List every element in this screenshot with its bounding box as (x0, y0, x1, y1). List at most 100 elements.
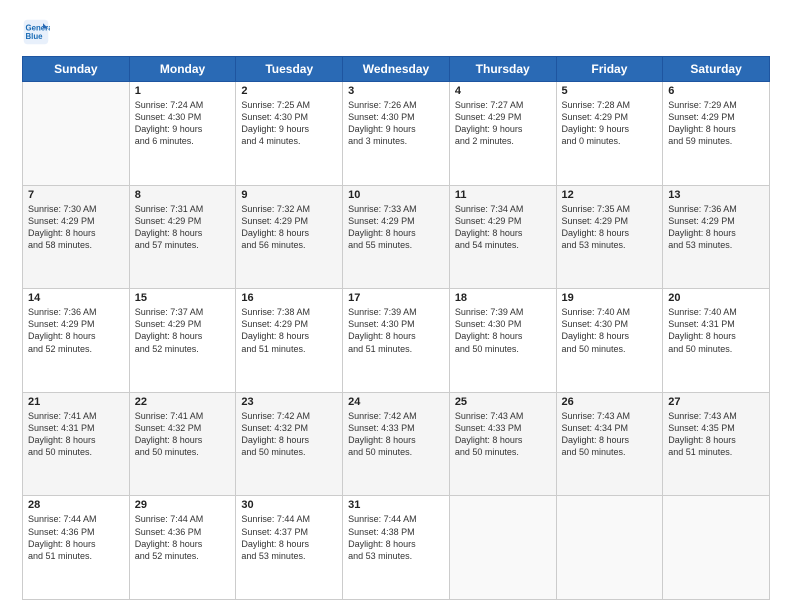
weekday-header-saturday: Saturday (663, 57, 770, 82)
logo-icon: General Blue (22, 18, 50, 46)
day-number: 13 (668, 189, 764, 201)
calendar-cell: 18 Sunrise: 7:39 AM Sunset: 4:30 PM Dayli… (449, 289, 556, 393)
calendar-cell: 8Sunrise: 7:31 AM Sunset: 4:29 PM Daylig… (129, 185, 236, 289)
day-info: Sunrise: 7:32 AM Sunset: 4:29 PM Dayligh… (241, 203, 337, 252)
day-number: 29 (135, 499, 231, 511)
day-number: 3 (348, 85, 444, 97)
weekday-header-friday: Friday (556, 57, 663, 82)
day-number: 28 (28, 499, 124, 511)
calendar-cell: 12 Sunrise: 7:35 AM Sunset: 4:29 PM Dayli… (556, 185, 663, 289)
day-info: Sunrise: 7:40 AM Sunset: 4:30 PM Dayligh… (562, 306, 658, 355)
day-info: Sunrise: 7:44 AM Sunset: 4:37 PM Dayligh… (241, 513, 337, 562)
page: General Blue SundayMondayTuesdayWednesda… (0, 0, 792, 612)
day-info: Sunrise: 7:30 AM Sunset: 4:29 PM Dayligh… (28, 203, 124, 252)
day-number: 9 (241, 189, 337, 201)
calendar-cell: 3 Sunrise: 7:26 AM Sunset: 4:30 PM Daylig… (343, 82, 450, 186)
calendar-table: SundayMondayTuesdayWednesdayThursdayFrid… (22, 56, 770, 600)
calendar-cell: 31 Sunrise: 7:44 AM Sunset: 4:38 PM Dayli… (343, 496, 450, 600)
day-number: 15 (135, 292, 231, 304)
calendar-cell: 26 Sunrise: 7:43 AM Sunset: 4:34 PM Dayli… (556, 392, 663, 496)
calendar-cell: 9 Sunrise: 7:32 AM Sunset: 4:29 PM Daylig… (236, 185, 343, 289)
day-number: 19 (562, 292, 658, 304)
day-number: 6 (668, 85, 764, 97)
day-number: 26 (562, 396, 658, 408)
logo: General Blue (22, 18, 54, 46)
day-info: Sunrise: 7:41 AM Sunset: 4:31 PM Dayligh… (28, 410, 124, 459)
day-number: 21 (28, 396, 124, 408)
calendar-header-row: SundayMondayTuesdayWednesdayThursdayFrid… (23, 57, 770, 82)
calendar-cell: 1 Sunrise: 7:24 AM Sunset: 4:30 PM Daylig… (129, 82, 236, 186)
calendar-week-row: 21 Sunrise: 7:41 AM Sunset: 4:31 PM Dayli… (23, 392, 770, 496)
day-info: Sunrise: 7:44 AM Sunset: 4:36 PM Dayligh… (135, 513, 231, 562)
day-info: Sunrise: 7:39 AM Sunset: 4:30 PM Dayligh… (348, 306, 444, 355)
day-number: 16 (241, 292, 337, 304)
calendar-cell: 14 Sunrise: 7:36 AM Sunset: 4:29 PM Dayli… (23, 289, 130, 393)
day-info: Sunrise: 7:43 AM Sunset: 4:34 PM Dayligh… (562, 410, 658, 459)
day-number: 5 (562, 85, 658, 97)
day-info: Sunrise: 7:44 AM Sunset: 4:36 PM Dayligh… (28, 513, 124, 562)
day-number: 25 (455, 396, 551, 408)
calendar-cell (663, 496, 770, 600)
day-number: 12 (562, 189, 658, 201)
calendar-cell (449, 496, 556, 600)
calendar-week-row: 28 Sunrise: 7:44 AM Sunset: 4:36 PM Dayli… (23, 496, 770, 600)
calendar-cell: 24Sunrise: 7:42 AM Sunset: 4:33 PM Dayli… (343, 392, 450, 496)
day-number: 18 (455, 292, 551, 304)
day-info: Sunrise: 7:40 AM Sunset: 4:31 PM Dayligh… (668, 306, 764, 355)
day-number: 27 (668, 396, 764, 408)
day-info: Sunrise: 7:39 AM Sunset: 4:30 PM Dayligh… (455, 306, 551, 355)
calendar-cell: 30 Sunrise: 7:44 AM Sunset: 4:37 PM Dayli… (236, 496, 343, 600)
day-info: Sunrise: 7:35 AM Sunset: 4:29 PM Dayligh… (562, 203, 658, 252)
weekday-header-thursday: Thursday (449, 57, 556, 82)
day-info: Sunrise: 7:28 AM Sunset: 4:29 PM Dayligh… (562, 99, 658, 148)
calendar-cell: 21 Sunrise: 7:41 AM Sunset: 4:31 PM Dayli… (23, 392, 130, 496)
weekday-header-wednesday: Wednesday (343, 57, 450, 82)
day-info: Sunrise: 7:33 AM Sunset: 4:29 PM Dayligh… (348, 203, 444, 252)
calendar-cell: 20 Sunrise: 7:40 AM Sunset: 4:31 PM Dayli… (663, 289, 770, 393)
calendar-cell (556, 496, 663, 600)
calendar-cell: 22Sunrise: 7:41 AM Sunset: 4:32 PM Dayli… (129, 392, 236, 496)
calendar-cell: 28 Sunrise: 7:44 AM Sunset: 4:36 PM Dayli… (23, 496, 130, 600)
calendar-cell: 7 Sunrise: 7:30 AM Sunset: 4:29 PM Daylig… (23, 185, 130, 289)
svg-text:Blue: Blue (26, 32, 44, 41)
weekday-header-monday: Monday (129, 57, 236, 82)
weekday-header-sunday: Sunday (23, 57, 130, 82)
calendar-cell: 23Sunrise: 7:42 AM Sunset: 4:32 PM Dayli… (236, 392, 343, 496)
day-info: Sunrise: 7:37 AM Sunset: 4:29 PM Dayligh… (135, 306, 231, 355)
day-number: 14 (28, 292, 124, 304)
calendar-cell: 11 Sunrise: 7:34 AM Sunset: 4:29 PM Dayli… (449, 185, 556, 289)
day-number: 22 (135, 396, 231, 408)
calendar-cell (23, 82, 130, 186)
day-info: Sunrise: 7:26 AM Sunset: 4:30 PM Dayligh… (348, 99, 444, 148)
calendar-week-row: 7 Sunrise: 7:30 AM Sunset: 4:29 PM Daylig… (23, 185, 770, 289)
weekday-header-tuesday: Tuesday (236, 57, 343, 82)
calendar-cell: 5 Sunrise: 7:28 AM Sunset: 4:29 PM Daylig… (556, 82, 663, 186)
calendar-cell: 27Sunrise: 7:43 AM Sunset: 4:35 PM Dayli… (663, 392, 770, 496)
calendar-cell: 29 Sunrise: 7:44 AM Sunset: 4:36 PM Dayli… (129, 496, 236, 600)
day-number: 30 (241, 499, 337, 511)
day-number: 31 (348, 499, 444, 511)
day-number: 1 (135, 85, 231, 97)
calendar-cell: 6Sunrise: 7:29 AM Sunset: 4:29 PM Daylig… (663, 82, 770, 186)
day-number: 23 (241, 396, 337, 408)
day-info: Sunrise: 7:36 AM Sunset: 4:29 PM Dayligh… (668, 203, 764, 252)
day-info: Sunrise: 7:34 AM Sunset: 4:29 PM Dayligh… (455, 203, 551, 252)
calendar-cell: 19 Sunrise: 7:40 AM Sunset: 4:30 PM Dayli… (556, 289, 663, 393)
header: General Blue (22, 18, 770, 46)
calendar-week-row: 1 Sunrise: 7:24 AM Sunset: 4:30 PM Daylig… (23, 82, 770, 186)
day-number: 7 (28, 189, 124, 201)
calendar-cell: 10Sunrise: 7:33 AM Sunset: 4:29 PM Dayli… (343, 185, 450, 289)
day-number: 20 (668, 292, 764, 304)
day-info: Sunrise: 7:31 AM Sunset: 4:29 PM Dayligh… (135, 203, 231, 252)
day-info: Sunrise: 7:43 AM Sunset: 4:33 PM Dayligh… (455, 410, 551, 459)
day-info: Sunrise: 7:36 AM Sunset: 4:29 PM Dayligh… (28, 306, 124, 355)
calendar-cell: 2Sunrise: 7:25 AM Sunset: 4:30 PM Daylig… (236, 82, 343, 186)
day-info: Sunrise: 7:24 AM Sunset: 4:30 PM Dayligh… (135, 99, 231, 148)
day-info: Sunrise: 7:44 AM Sunset: 4:38 PM Dayligh… (348, 513, 444, 562)
day-info: Sunrise: 7:42 AM Sunset: 4:33 PM Dayligh… (348, 410, 444, 459)
calendar-week-row: 14 Sunrise: 7:36 AM Sunset: 4:29 PM Dayli… (23, 289, 770, 393)
day-info: Sunrise: 7:27 AM Sunset: 4:29 PM Dayligh… (455, 99, 551, 148)
day-number: 2 (241, 85, 337, 97)
day-info: Sunrise: 7:38 AM Sunset: 4:29 PM Dayligh… (241, 306, 337, 355)
day-number: 11 (455, 189, 551, 201)
